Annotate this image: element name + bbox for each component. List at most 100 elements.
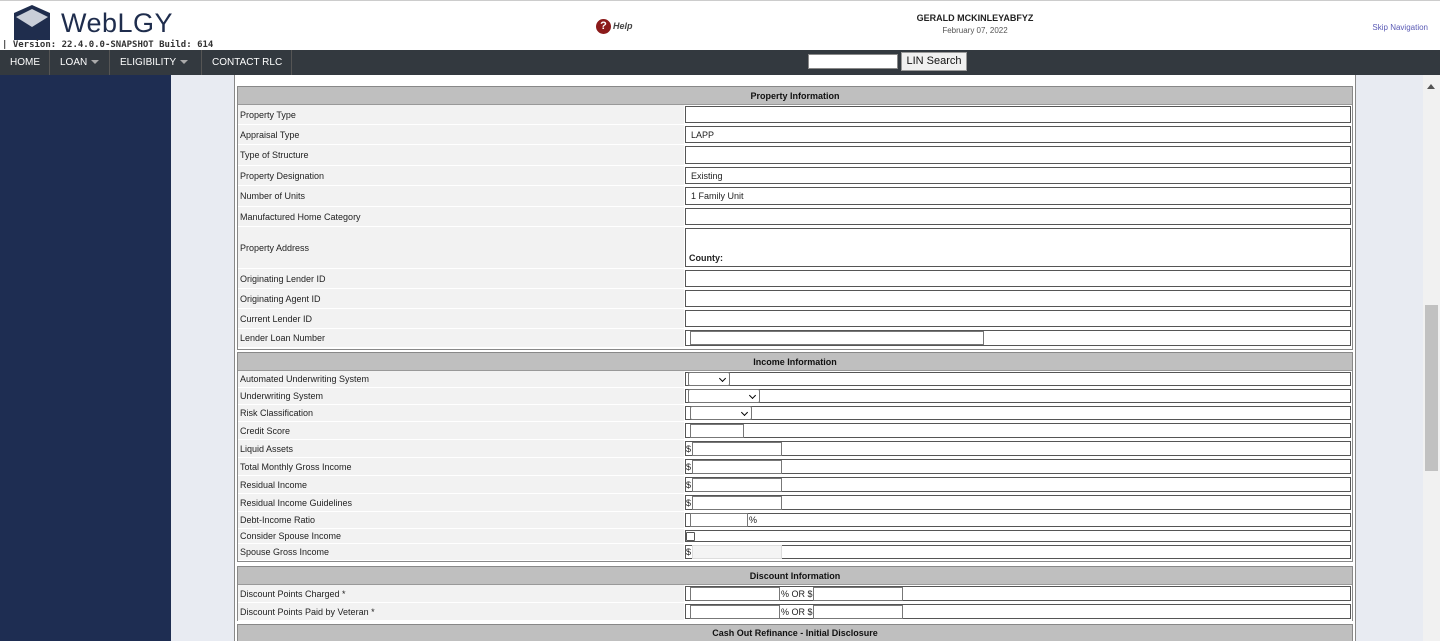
currency-prefix: $ xyxy=(686,443,692,454)
field-label: Current Lender ID xyxy=(238,309,684,328)
field-label: Residual Income xyxy=(238,476,684,493)
underwriting-system-cell xyxy=(685,389,1351,403)
originating-agent-id-value xyxy=(685,290,1351,307)
lender-loan-number-row: Lender Loan Number xyxy=(238,329,1352,348)
field-label: Risk Classification xyxy=(238,405,684,421)
debt-income-ratio-row: Debt-Income Ratio % xyxy=(238,512,1352,529)
nav-eligibility-label: ELIGIBILITY xyxy=(120,57,177,68)
current-lender-id-row: Current Lender ID xyxy=(238,309,1352,329)
consider-spouse-income-checkbox[interactable] xyxy=(686,531,695,541)
app-header: WebLGY | Version: 22.4.0.0-SNAPSHOT Buil… xyxy=(0,0,1440,50)
section-title: Discount Information xyxy=(238,567,1352,585)
field-label: Manufactured Home Category xyxy=(238,207,684,226)
originating-lender-id-value xyxy=(685,270,1351,287)
property-type-value xyxy=(685,106,1351,123)
field-label: Discount Points Paid by Veteran * xyxy=(238,603,684,620)
lender-loan-number-input[interactable] xyxy=(690,331,984,345)
field-label: Property Address xyxy=(238,227,684,268)
property-designation-row: Property Designation Existing xyxy=(238,166,1352,186)
consider-spouse-income-cell xyxy=(685,530,1351,542)
discount-points-veteran-percent-input[interactable] xyxy=(690,604,780,619)
risk-classification-row: Risk Classification xyxy=(238,405,1352,422)
total-monthly-gross-income-row: Total Monthly Gross Income $ xyxy=(238,458,1352,476)
appraisal-type-row: Appraisal Type LAPP xyxy=(238,125,1352,145)
risk-classification-cell xyxy=(685,406,1351,420)
lin-search-input[interactable] xyxy=(808,54,898,69)
field-label: Property Designation xyxy=(238,166,684,185)
spouse-gross-income-input[interactable] xyxy=(692,545,783,559)
discount-points-charged-cell: % OR $ xyxy=(685,586,1351,601)
chevron-down-icon xyxy=(91,60,100,65)
field-label: Lender Loan Number xyxy=(238,329,684,347)
discount-points-charged-row: Discount Points Charged * % OR $ xyxy=(238,585,1352,603)
nav-contact-label: CONTACT RLC xyxy=(212,57,283,68)
help-icon[interactable]: ? xyxy=(596,19,611,34)
manufactured-home-category-value xyxy=(685,208,1351,225)
section-title: Income Information xyxy=(238,353,1352,371)
chevron-down-icon xyxy=(180,60,189,65)
app-name: WebLGY xyxy=(61,8,174,38)
field-label: Liquid Assets xyxy=(238,440,684,457)
currency-prefix: $ xyxy=(686,461,692,472)
underwriting-system-row: Underwriting System xyxy=(238,388,1352,405)
discount-points-veteran-amount-input[interactable] xyxy=(812,604,903,619)
field-label: Number of Units xyxy=(238,186,684,206)
automated-underwriting-row: Automated Underwriting System xyxy=(238,371,1352,388)
percent-or-dollar-label: % OR $ xyxy=(781,606,813,617)
liquid-assets-row: Liquid Assets $ xyxy=(238,440,1352,458)
field-label: Underwriting System xyxy=(238,388,684,404)
risk-classification-select[interactable] xyxy=(690,406,752,420)
debt-income-ratio-input[interactable] xyxy=(690,513,748,527)
originating-agent-id-row: Originating Agent ID xyxy=(238,289,1352,309)
residual-income-cell: $ xyxy=(685,477,1351,492)
nav-loan[interactable]: LOAN xyxy=(50,50,110,75)
field-label: Credit Score xyxy=(238,422,684,439)
total-monthly-gross-income-cell: $ xyxy=(685,459,1351,474)
nav-contact-rlc[interactable]: CONTACT RLC xyxy=(202,50,292,75)
liquid-assets-input[interactable] xyxy=(692,441,783,456)
scrollbar-thumb[interactable] xyxy=(1425,305,1438,471)
residual-income-input[interactable] xyxy=(692,477,783,492)
discount-points-paid-by-veteran-cell: % OR $ xyxy=(685,604,1351,619)
weblgy-logo-icon xyxy=(12,5,52,41)
spouse-gross-income-cell: $ xyxy=(685,545,1351,559)
current-lender-id-value xyxy=(685,310,1351,327)
property-designation-value: Existing xyxy=(685,167,1351,184)
residual-income-guidelines-input[interactable] xyxy=(692,495,783,510)
help-link[interactable]: Help xyxy=(613,21,633,31)
version-label: | Version: 22.4.0.0-SNAPSHOT Build: 614 xyxy=(2,40,214,50)
underwriting-system-select[interactable] xyxy=(688,389,760,403)
discount-points-charged-percent-input[interactable] xyxy=(690,586,780,601)
total-monthly-gross-income-input[interactable] xyxy=(692,459,783,474)
automated-underwriting-select[interactable] xyxy=(688,372,730,386)
credit-score-row: Credit Score xyxy=(238,422,1352,440)
field-label: Residual Income Guidelines xyxy=(238,494,684,511)
field-label: Originating Agent ID xyxy=(238,289,684,308)
field-label: Originating Lender ID xyxy=(238,269,684,288)
lin-search-button[interactable]: LIN Search xyxy=(901,52,967,71)
credit-score-input[interactable] xyxy=(690,423,744,438)
main-nav-bar: HOME LOAN ELIGIBILITY CONTACT RLC xyxy=(0,50,1440,75)
field-label: Spouse Gross Income xyxy=(238,544,684,560)
currency-prefix: $ xyxy=(686,547,692,557)
cash-out-refinance-section: Cash Out Refinance - Initial Disclosure xyxy=(237,624,1353,641)
scroll-up-arrow-icon[interactable] xyxy=(1427,84,1435,89)
section-title: Cash Out Refinance - Initial Disclosure xyxy=(238,625,1352,641)
county-label: County: xyxy=(689,253,723,263)
manufactured-home-category-row: Manufactured Home Category xyxy=(238,207,1352,227)
number-of-units-value: 1 Family Unit xyxy=(685,187,1351,205)
discount-points-charged-amount-input[interactable] xyxy=(812,586,903,601)
residual-income-guidelines-row: Residual Income Guidelines $ xyxy=(238,494,1352,512)
skip-navigation-link[interactable]: Skip Navigation xyxy=(1372,23,1428,32)
discount-information-section: Discount Information Discount Points Cha… xyxy=(237,566,1353,621)
field-label: Discount Points Charged * xyxy=(238,585,684,602)
section-title: Property Information xyxy=(238,87,1352,105)
consider-spouse-income-row: Consider Spouse Income xyxy=(238,529,1352,544)
currency-prefix: $ xyxy=(686,479,692,490)
nav-home[interactable]: HOME xyxy=(0,50,50,75)
income-information-section: Income Information Automated Underwritin… xyxy=(237,352,1353,562)
lender-loan-number-cell xyxy=(685,330,1351,346)
field-label: Consider Spouse Income xyxy=(238,529,684,543)
type-of-structure-value xyxy=(685,146,1351,164)
nav-eligibility[interactable]: ELIGIBILITY xyxy=(110,50,202,75)
